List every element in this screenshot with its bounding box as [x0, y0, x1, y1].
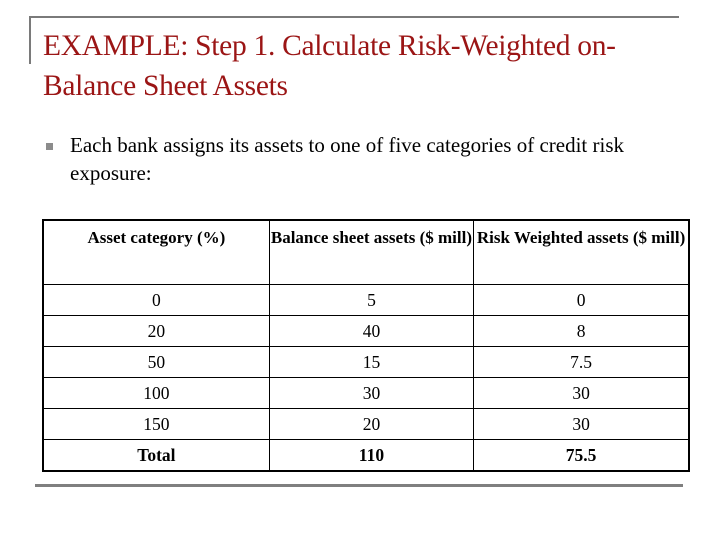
cell-asset-category: 100	[42, 377, 270, 409]
cell-asset-category: 150	[42, 408, 270, 440]
table-row: 20 40 8	[42, 315, 690, 347]
cell-asset-category: 0	[42, 284, 270, 316]
table-row: 150 20 30	[42, 408, 690, 440]
total-label: Total	[42, 439, 270, 472]
cell-balance-sheet-assets: 30	[268, 377, 475, 409]
cell-risk-weighted-assets: 0	[473, 284, 690, 316]
cell-balance-sheet-assets: 15	[268, 346, 475, 378]
slide-title: EXAMPLE: Step 1. Calculate Risk-Weighted…	[43, 30, 616, 102]
cell-risk-weighted-assets: 30	[473, 408, 690, 440]
header-risk-weighted-assets: Risk Weighted assets ($ mill)	[473, 219, 690, 285]
square-bullet-icon	[46, 143, 53, 150]
cell-asset-category: 50	[42, 346, 270, 378]
table-row: 50 15 7.5	[42, 346, 690, 378]
cell-risk-weighted-assets: 30	[473, 377, 690, 409]
slide-frame-left-line	[29, 16, 31, 64]
header-balance-sheet-assets: Balance sheet assets ($ mill)	[268, 219, 475, 285]
risk-weighted-assets-table: Asset category (%) Balance sheet assets …	[42, 219, 690, 472]
cell-risk-weighted-assets: 7.5	[473, 346, 690, 378]
slide-frame-bottom-line	[35, 484, 683, 487]
cell-risk-weighted-assets: 8	[473, 315, 690, 347]
table-header-row: Asset category (%) Balance sheet assets …	[42, 219, 690, 285]
slide-frame-top-line	[29, 16, 679, 18]
cell-asset-category: 20	[42, 315, 270, 347]
bullet-text: Each bank assigns its assets to one of f…	[70, 133, 625, 185]
table-row: 0 5 0	[42, 284, 690, 316]
total-balance-sheet-assets: 110	[268, 439, 475, 472]
table-row: 100 30 30	[42, 377, 690, 409]
total-risk-weighted-assets: 75.5	[473, 439, 690, 472]
cell-balance-sheet-assets: 20	[268, 408, 475, 440]
table-total-row: Total 110 75.5	[42, 439, 690, 472]
cell-balance-sheet-assets: 40	[268, 315, 475, 347]
cell-balance-sheet-assets: 5	[268, 284, 475, 316]
header-asset-category: Asset category (%)	[42, 219, 270, 285]
